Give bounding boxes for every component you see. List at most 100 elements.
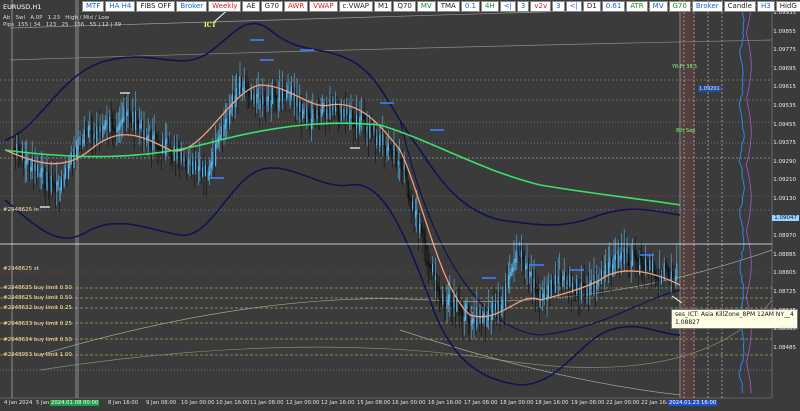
toolbar-button[interactable]: Weekly xyxy=(208,1,242,12)
candle-body xyxy=(473,316,475,323)
candle-body xyxy=(329,100,331,120)
toolbar-button[interactable]: 0.1 xyxy=(460,1,480,12)
time-tick-label: 22 Jan 00:00 xyxy=(606,400,640,406)
candle-body xyxy=(600,268,602,285)
candle-body xyxy=(120,120,122,127)
toolbar-button[interactable]: MV xyxy=(416,1,436,12)
candle-body xyxy=(245,80,247,88)
candle-body xyxy=(366,126,368,132)
order-label[interactable]: #2948625 buy limit 0.50 xyxy=(3,295,72,301)
toolbar-button[interactable]: AE xyxy=(242,1,260,12)
candle-body xyxy=(299,101,301,112)
toolbar-button[interactable]: M1 xyxy=(373,1,393,12)
candle-body xyxy=(199,159,201,171)
toolbar-button[interactable]: Candle xyxy=(723,1,756,12)
candle-body xyxy=(419,223,421,228)
candle-body xyxy=(302,110,304,119)
candle-body xyxy=(567,280,569,288)
candle-body xyxy=(665,263,667,269)
candle-body xyxy=(132,112,134,124)
candle-body xyxy=(56,181,58,192)
candle-body xyxy=(137,119,139,130)
toolbar-button[interactable]: FIBS OFF xyxy=(136,1,176,12)
info-v1: 155 | 34 xyxy=(17,22,41,28)
time-tick-label: 16 Jan 00:00 xyxy=(392,400,426,406)
candle-body xyxy=(474,316,476,328)
order-label[interactable]: #2948625 st xyxy=(3,266,39,272)
toolbar-button[interactable]: <| xyxy=(565,1,582,12)
candle-body xyxy=(527,262,529,278)
toolbar-button[interactable]: 3 xyxy=(516,1,530,12)
candle-body xyxy=(290,86,292,98)
candle-body xyxy=(416,209,418,215)
toolbar-button[interactable]: v2v xyxy=(530,1,552,12)
candle-body xyxy=(89,124,91,131)
candle-body xyxy=(112,118,114,131)
plot-area xyxy=(0,0,772,398)
toolbar-button[interactable]: G70 xyxy=(260,1,283,12)
candle-body xyxy=(16,143,18,155)
order-label[interactable]: #2948635 buy limit 0.50 xyxy=(3,285,72,291)
price-tick-label: 1.09290 xyxy=(773,158,796,165)
candle-body xyxy=(207,171,209,180)
candle-body xyxy=(79,136,81,145)
order-label[interactable]: #2948632 buy limit 0.25 xyxy=(3,305,72,311)
price-chart-canvas[interactable] xyxy=(0,0,800,411)
candle-body xyxy=(269,95,271,108)
toolbar-button[interactable]: 3 xyxy=(552,1,565,12)
candle-body xyxy=(379,133,381,146)
candle-body xyxy=(582,282,584,288)
toolbar-button[interactable]: D1 xyxy=(582,1,601,12)
candle-body xyxy=(614,254,616,260)
toolbar-button[interactable]: VWAP xyxy=(309,1,338,12)
toolbar-button[interactable]: c.VWAP xyxy=(338,1,373,12)
toolbar-button[interactable]: HA H4 xyxy=(105,1,136,12)
candle-body xyxy=(454,296,456,312)
candle-body xyxy=(557,275,559,284)
candle-body xyxy=(609,256,611,267)
candle-body xyxy=(530,271,532,276)
toolbar-button[interactable]: H3 xyxy=(756,1,775,12)
candle-body xyxy=(562,276,564,287)
chart-window[interactable]: EURUSD,H1 MTF HA H4 FIBS OFF Broker Weekly AE… xyxy=(0,0,800,411)
toolbar-button[interactable]: ATR xyxy=(626,1,648,12)
toolbar-button[interactable]: Broker xyxy=(176,1,208,12)
time-tick-label: 5 Jan xyxy=(36,400,50,406)
candle-body xyxy=(377,136,379,146)
candle-body xyxy=(430,264,432,272)
candle-body xyxy=(312,109,314,123)
price-tick-label: 1.08885 xyxy=(773,251,796,258)
toolbar-button[interactable]: <| xyxy=(499,1,516,12)
toolbar-button[interactable]: MTF xyxy=(82,1,105,12)
candle-body xyxy=(550,279,552,297)
toolbar-button[interactable]: G70 xyxy=(668,1,691,12)
order-label[interactable]: #2948634 buy limit 0.50 xyxy=(3,337,72,343)
candle-body xyxy=(129,111,131,121)
candle-body xyxy=(637,257,639,276)
toolbar-button[interactable]: Broker xyxy=(691,1,723,12)
toolbar-button[interactable]: Q70 xyxy=(393,1,416,12)
candle-body xyxy=(340,103,342,122)
candle-body xyxy=(86,130,88,138)
toolbar-button[interactable]: MV xyxy=(648,1,668,12)
candle-body xyxy=(330,100,332,111)
toolbar-button[interactable]: AWR xyxy=(284,1,309,12)
candle-body xyxy=(587,287,589,295)
candle-body xyxy=(317,110,319,117)
candle-body xyxy=(190,159,192,175)
info-row-values: Pips 155 | 34 123 25 156 55 | 12 | 39 xyxy=(3,22,121,28)
candle-body xyxy=(274,93,276,99)
candle-body xyxy=(485,312,487,328)
toolbar-button[interactable]: 0.61 xyxy=(601,1,626,12)
candle-body xyxy=(533,278,535,289)
toolbar-button[interactable]: 4H xyxy=(480,1,499,12)
candle-body xyxy=(414,210,416,218)
toolbar-button[interactable]: TMA xyxy=(436,1,460,12)
order-label[interactable]: #2948625 in xyxy=(3,207,39,213)
candle-body xyxy=(24,160,26,169)
price-tick-label: 1.08725 xyxy=(773,289,796,295)
candle-body xyxy=(652,260,654,273)
order-label[interactable]: #2948953 buy limit 1.00 xyxy=(3,352,72,358)
candle-body xyxy=(545,288,547,302)
order-label[interactable]: #2948633 buy limit 0.25 xyxy=(3,321,72,327)
